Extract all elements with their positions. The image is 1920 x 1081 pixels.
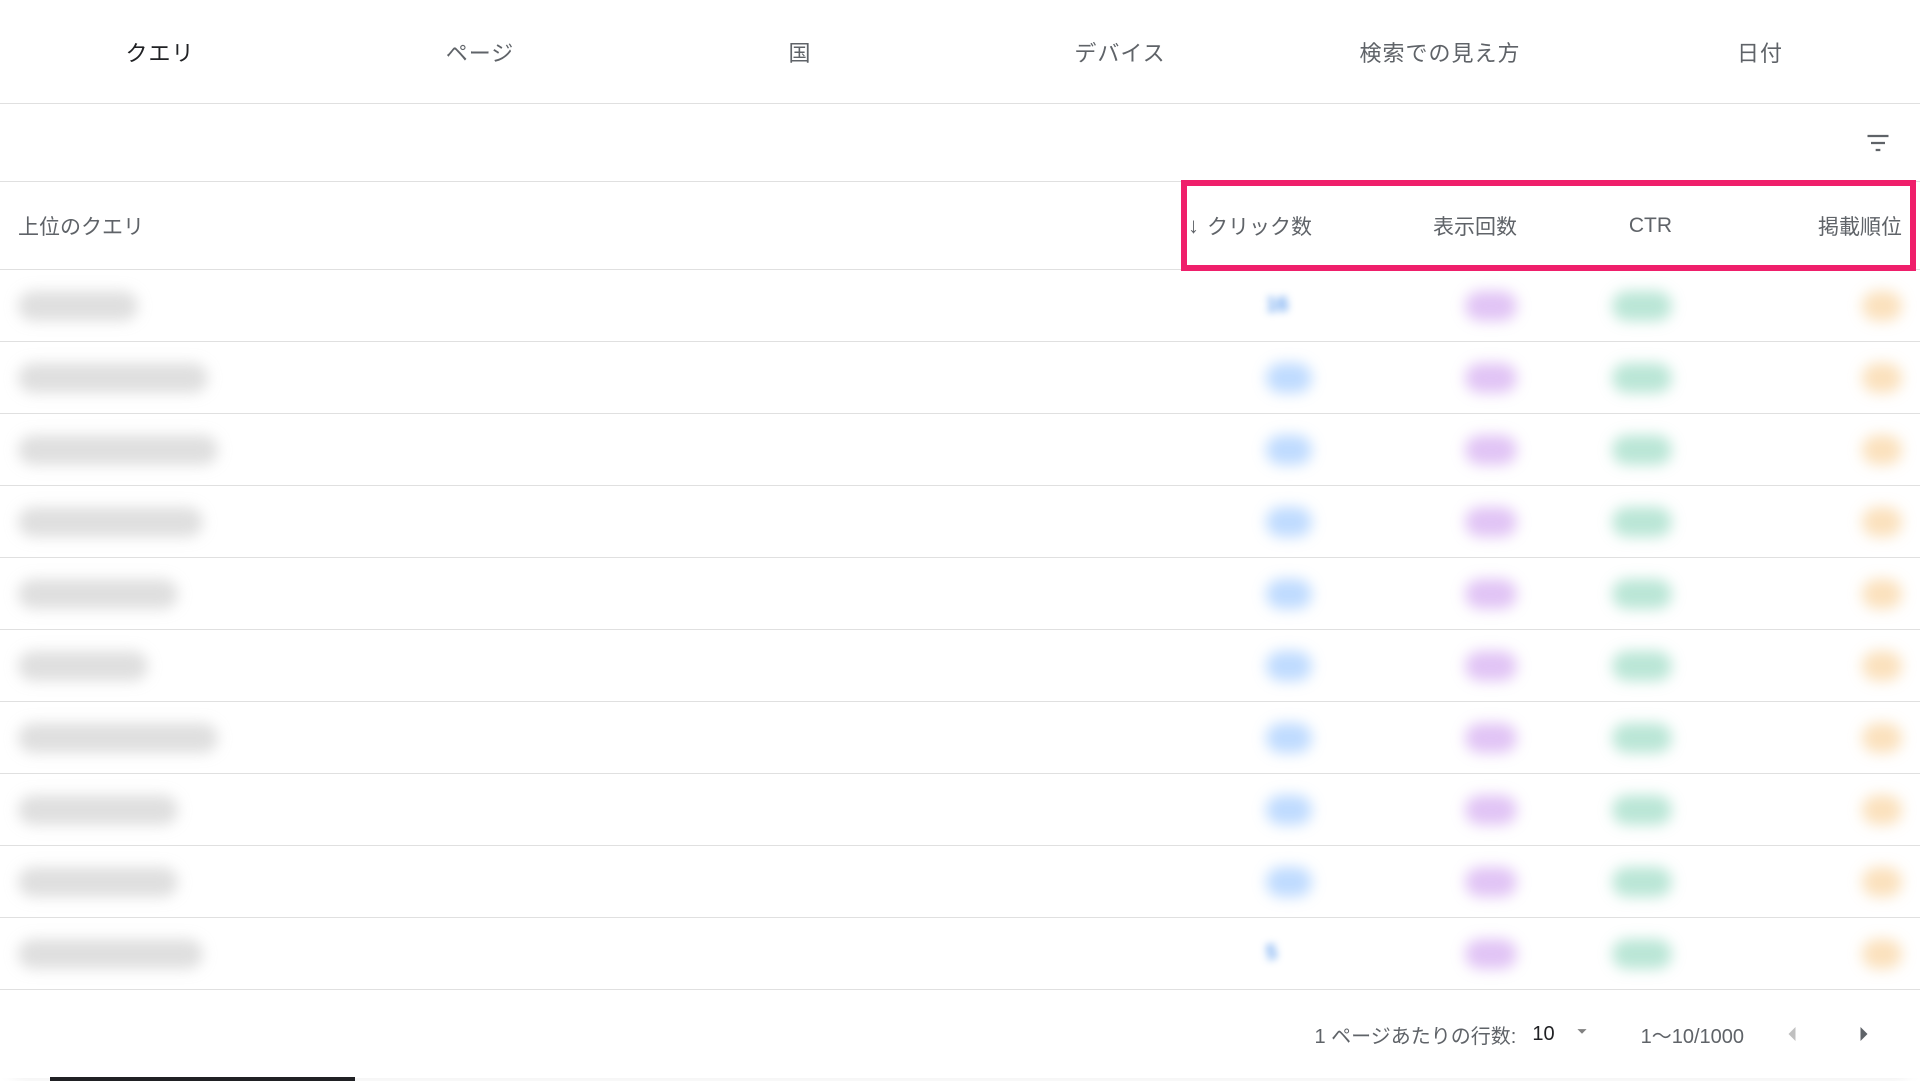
tab-label: クエリ bbox=[125, 36, 194, 68]
impressions-value bbox=[1465, 363, 1517, 393]
clicks-value bbox=[1266, 723, 1312, 753]
table-row[interactable] bbox=[0, 630, 1920, 702]
table-row[interactable] bbox=[0, 774, 1920, 846]
tab-page[interactable]: ページ bbox=[320, 0, 640, 103]
query-text-blurred bbox=[18, 795, 178, 825]
tab-label: ページ bbox=[446, 36, 515, 68]
column-header-label: CTR bbox=[1629, 214, 1672, 237]
impressions-value bbox=[1465, 723, 1517, 753]
impressions-value bbox=[1465, 939, 1517, 969]
column-header-query[interactable]: 上位のクエリ bbox=[18, 211, 1112, 241]
ctr-value bbox=[1612, 507, 1672, 537]
sort-descending-icon: ↓ bbox=[1188, 215, 1199, 237]
column-header-label: 掲載順位 bbox=[1818, 216, 1902, 239]
column-header-position[interactable]: 掲載順位 bbox=[1672, 211, 1902, 241]
clicks-value bbox=[1266, 795, 1312, 825]
impressions-value bbox=[1465, 867, 1517, 897]
pagination-bar: 1 ページあたりの行数: 10 1～10/1000 bbox=[0, 990, 1920, 1078]
dropdown-arrow-icon[interactable] bbox=[1571, 1020, 1593, 1048]
active-tab-indicator bbox=[50, 1077, 355, 1081]
clicks-value bbox=[1266, 507, 1312, 537]
position-value bbox=[1862, 723, 1902, 753]
impressions-value bbox=[1465, 435, 1517, 465]
clicks-value bbox=[1266, 867, 1312, 897]
query-text-blurred bbox=[18, 651, 148, 681]
tab-label: 国 bbox=[788, 36, 811, 68]
ctr-value bbox=[1612, 579, 1672, 609]
position-value bbox=[1862, 939, 1902, 969]
clicks-value bbox=[1266, 579, 1312, 609]
query-text-blurred bbox=[18, 723, 218, 753]
position-value bbox=[1862, 363, 1902, 393]
column-header-clicks[interactable]: ↓ クリック数 bbox=[1112, 211, 1312, 241]
pagination-next-button[interactable] bbox=[1840, 1010, 1888, 1058]
query-text-blurred bbox=[18, 435, 218, 465]
ctr-value bbox=[1612, 939, 1672, 969]
ctr-value bbox=[1612, 291, 1672, 321]
table-row[interactable] bbox=[0, 342, 1920, 414]
table-row[interactable]: 5 bbox=[0, 918, 1920, 990]
ctr-value bbox=[1612, 867, 1672, 897]
column-header-impressions[interactable]: 表示回数 bbox=[1312, 211, 1517, 241]
impressions-value bbox=[1465, 795, 1517, 825]
filter-toolbar bbox=[0, 104, 1920, 182]
tab-search-appearance[interactable]: 検索での見え方 bbox=[1280, 0, 1600, 103]
impressions-value bbox=[1465, 579, 1517, 609]
rows-per-page: 1 ページあたりの行数: 10 bbox=[1314, 1020, 1592, 1049]
pagination-prev-button[interactable] bbox=[1768, 1010, 1816, 1058]
tab-label: デバイス bbox=[1074, 36, 1165, 68]
clicks-value bbox=[1266, 435, 1312, 465]
ctr-value bbox=[1612, 723, 1672, 753]
table-row[interactable] bbox=[0, 846, 1920, 918]
ctr-value bbox=[1612, 435, 1672, 465]
tab-label: 日付 bbox=[1737, 36, 1783, 68]
table-row[interactable] bbox=[0, 702, 1920, 774]
query-text-blurred bbox=[18, 363, 208, 393]
impressions-value bbox=[1465, 507, 1517, 537]
query-text-blurred bbox=[18, 579, 178, 609]
table-row[interactable] bbox=[0, 414, 1920, 486]
ctr-value bbox=[1612, 363, 1672, 393]
position-value bbox=[1862, 795, 1902, 825]
query-text-blurred bbox=[18, 867, 178, 897]
impressions-value bbox=[1465, 291, 1517, 321]
tab-country[interactable]: 国 bbox=[640, 0, 960, 103]
table-row[interactable]: 16 bbox=[0, 270, 1920, 342]
impressions-value bbox=[1465, 651, 1517, 681]
query-text-blurred bbox=[18, 939, 203, 969]
position-value bbox=[1862, 507, 1902, 537]
table-header-row: 上位のクエリ ↓ クリック数 表示回数 CTR 掲載順位 bbox=[0, 182, 1920, 270]
rows-per-page-label: 1 ページあたりの行数: bbox=[1314, 1020, 1516, 1049]
position-value bbox=[1862, 867, 1902, 897]
tab-query[interactable]: クエリ bbox=[0, 0, 320, 103]
clicks-value bbox=[1266, 651, 1312, 681]
ctr-value bbox=[1612, 795, 1672, 825]
column-header-ctr[interactable]: CTR bbox=[1517, 214, 1672, 238]
query-text-blurred bbox=[18, 507, 203, 537]
position-value bbox=[1862, 651, 1902, 681]
clicks-value bbox=[1266, 363, 1312, 393]
filter-icon[interactable] bbox=[1864, 129, 1892, 157]
column-header-label: 表示回数 bbox=[1433, 216, 1517, 239]
pagination-range: 1～10/1000 bbox=[1641, 1020, 1744, 1049]
column-header-label: クリック数 bbox=[1207, 211, 1312, 241]
tab-label: 検索での見え方 bbox=[1359, 36, 1520, 68]
query-text-blurred bbox=[18, 291, 138, 321]
clicks-value: 16 bbox=[1266, 294, 1312, 317]
tab-date[interactable]: 日付 bbox=[1600, 0, 1920, 103]
tab-device[interactable]: デバイス bbox=[960, 0, 1280, 103]
tabs-bar: クエリ ページ 国 デバイス 検索での見え方 日付 bbox=[0, 0, 1920, 104]
position-value bbox=[1862, 291, 1902, 321]
table-row[interactable] bbox=[0, 558, 1920, 630]
table-row[interactable] bbox=[0, 486, 1920, 558]
position-value bbox=[1862, 435, 1902, 465]
ctr-value bbox=[1612, 651, 1672, 681]
rows-per-page-value[interactable]: 10 bbox=[1532, 1023, 1554, 1046]
position-value bbox=[1862, 579, 1902, 609]
column-header-label: 上位のクエリ bbox=[18, 216, 144, 239]
clicks-value: 5 bbox=[1266, 942, 1312, 965]
